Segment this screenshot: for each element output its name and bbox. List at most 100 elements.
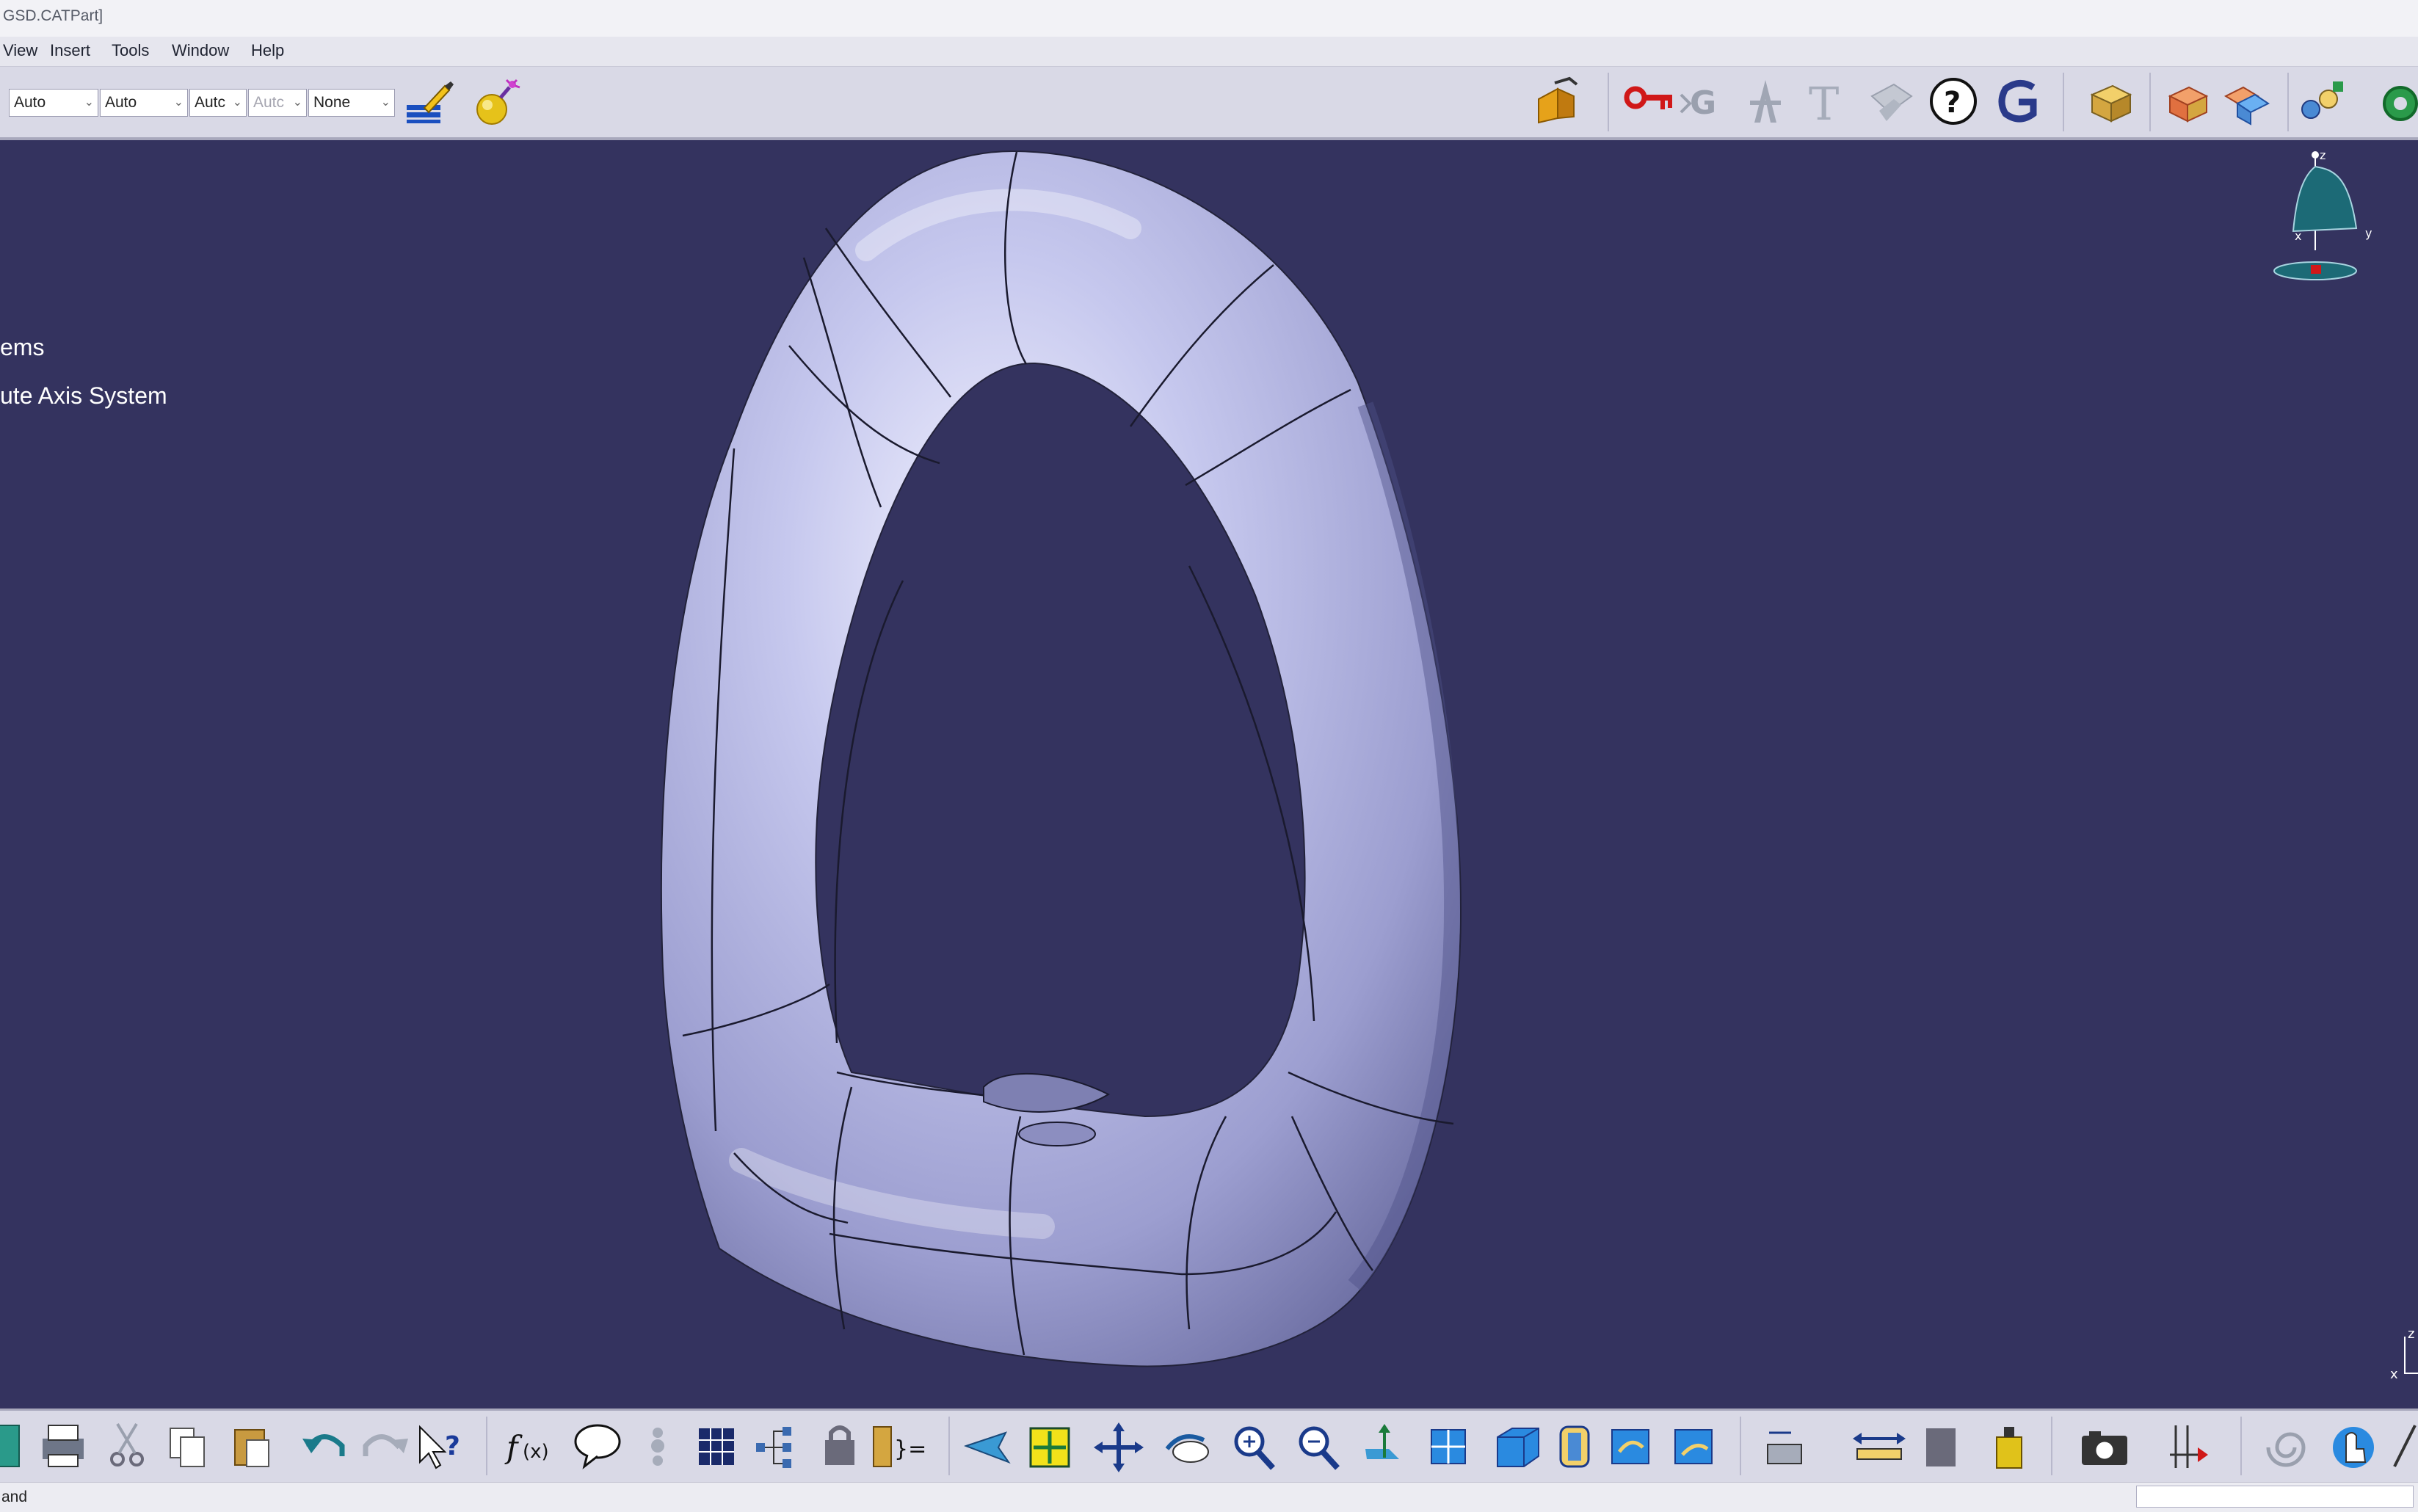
undo-icon[interactable] [302,1434,345,1456]
part-body-icon[interactable] [2161,74,2215,128]
compass-x-label: x [2295,229,2301,243]
menu-view[interactable]: View [0,40,40,62]
menu-insert[interactable]: Insert [47,40,93,62]
save-icon[interactable] [0,1425,20,1467]
fit-all-icon[interactable] [1029,1427,1070,1468]
line-type-combo-value: Autc [253,94,285,111]
svg-text:f: f [504,1429,523,1465]
transparency-combo[interactable]: Auto ⌄ [100,89,188,117]
svg-text:(x): (x) [523,1441,549,1463]
zoom-in-icon[interactable] [1234,1426,1275,1470]
mini-axis-z-label: z [2408,1326,2414,1342]
boolean-icon[interactable] [2218,74,2273,128]
svg-text:?: ? [445,1431,460,1461]
multi-view-icon[interactable] [1431,1429,1466,1464]
line-thickness-combo[interactable]: Autc ⌄ [189,89,247,117]
chevron-down-icon: ⌄ [380,96,391,109]
copy-icon[interactable] [170,1428,205,1467]
cut-icon[interactable] [110,1422,144,1466]
weight-icon[interactable] [1996,1427,2022,1469]
title-bar: GSD.CATPart] [0,0,2418,37]
chevron-down-icon: ⌄ [292,96,302,109]
toolbar-separator [2063,73,2064,131]
formula-icon[interactable]: f (x) [504,1429,549,1465]
layer-combo[interactable]: None ⌄ [308,89,395,117]
color-combo[interactable]: Auto ⌄ [9,89,98,117]
menu-window[interactable]: Window [169,40,232,62]
ring-part-model[interactable] [0,140,2418,1409]
tree-icon[interactable] [756,1427,791,1468]
copy-object-icon[interactable] [1533,74,1587,128]
ordered-set-icon[interactable] [2295,74,2349,128]
color-combo-value: Auto [14,94,46,111]
transparency-combo-value: Auto [105,94,137,111]
whats-this-icon[interactable]: ? [419,1425,460,1469]
measure-item-icon[interactable] [1853,1433,1906,1460]
chevron-down-icon: ⌄ [232,96,242,109]
fly-icon[interactable] [964,1431,1011,1464]
lock-icon[interactable] [825,1425,854,1465]
svg-text:?: ? [1944,86,1961,120]
standard-toolbar: ? f (x) }= [0,1409,2418,1482]
print-icon[interactable] [43,1425,84,1467]
toolbar-separator [1608,73,1609,131]
compass-z-label: z [2320,148,2326,162]
toolbar-separator [2287,73,2289,131]
3d-viewport[interactable]: ems ute Axis System z x y z x [0,140,2418,1409]
touch-icon[interactable] [2333,1427,2374,1468]
camera-icon[interactable] [2082,1431,2127,1465]
window-title: GSD.CATPart] [3,7,104,24]
chevron-down-icon: ⌄ [173,96,184,109]
parameters-icon[interactable]: }= [873,1426,926,1467]
measure-tool-icon[interactable] [2393,1425,2417,1467]
status-bar: and [0,1482,2418,1512]
knowledge-icon[interactable] [574,1424,621,1469]
render-style-icon[interactable] [1559,1425,1590,1468]
pan-icon[interactable] [1094,1422,1144,1472]
bomb-icon[interactable] [468,76,523,130]
g-logo-icon[interactable] [1992,74,2047,128]
swap-icon[interactable] [1674,1429,1713,1464]
toolbar-separator [2149,73,2151,131]
menu-tools[interactable]: Tools [109,40,152,62]
svg-text:G: G [1690,84,1716,122]
paste-icon[interactable] [234,1429,269,1467]
layer-combo-value: None [313,94,351,111]
measure-between-icon[interactable] [1767,1431,1802,1464]
mass-icon[interactable] [1926,1428,1956,1466]
paint-brush-icon[interactable] [402,76,457,130]
line-type-combo[interactable]: Autc ⌄ [248,89,307,117]
graphic-properties-toolbar: Auto ⌄ Auto ⌄ Autc ⌄ Autc ⌄ None ⌄ G T ? [0,67,2418,140]
compass-y-label: y [2365,226,2372,240]
parameter-icon[interactable] [651,1428,664,1466]
axis-triad-icon: z x [2390,1326,2418,1381]
menu-bar: View Insert Tools Window Help [0,37,2418,67]
compass-icon[interactable]: z x y [2261,148,2386,287]
text-icon[interactable]: T [1801,74,1856,128]
power-input-field[interactable] [2136,1486,2414,1508]
menu-help[interactable]: Help [248,40,287,62]
svg-text:T: T [1809,77,1839,128]
help-icon[interactable]: ? [1926,74,1980,128]
chevron-down-icon: ⌄ [84,96,94,109]
line-thickness-combo-value: Autc [195,94,226,111]
bottom-toolbar-icons: ? f (x) }= [0,1417,2417,1475]
cube-icon[interactable] [2083,74,2138,128]
mini-axis-x-label: x [2390,1367,2398,1381]
status-text: and [1,1489,28,1505]
spiral-icon[interactable] [2266,1432,2306,1467]
hide-show-icon[interactable] [1611,1429,1649,1464]
zoom-out-icon[interactable] [1299,1426,1340,1470]
svg-text:}=: }= [894,1436,926,1462]
key-icon[interactable] [1622,74,1677,128]
stamp-icon[interactable] [1738,74,1793,128]
normal-view-icon[interactable] [1365,1424,1399,1459]
note-icon[interactable] [1865,74,1919,128]
table-icon[interactable] [699,1428,734,1465]
rotate-icon[interactable] [1165,1434,1209,1463]
iso-view-icon[interactable] [1497,1428,1539,1467]
g-formula-icon[interactable]: G [1680,74,1734,128]
gear-icon[interactable] [2371,74,2418,128]
ruler-icon[interactable] [2170,1425,2208,1468]
redo-icon[interactable] [363,1434,408,1456]
